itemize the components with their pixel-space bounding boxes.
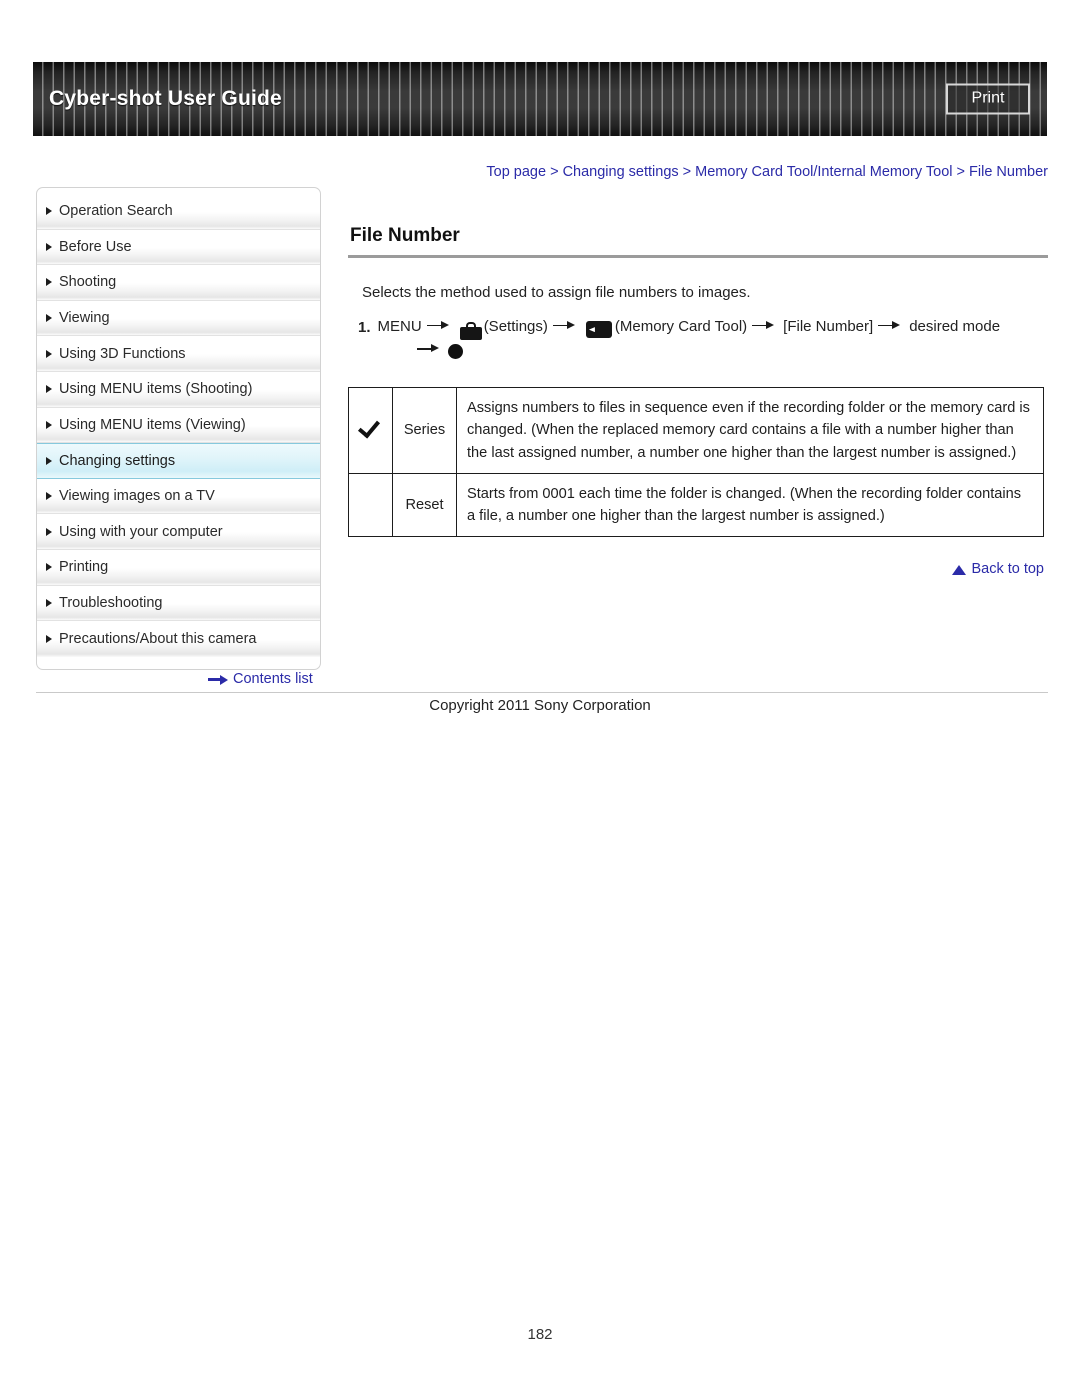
triangle-right-icon (46, 242, 52, 251)
sidebar-item-using-menu-items-viewing[interactable]: Using MENU items (Viewing) (37, 407, 320, 444)
copyright-text: Copyright 2011 Sony Corporation (429, 697, 651, 714)
back-to-top-label: Back to top (971, 561, 1044, 578)
sidebar-item-label: Using MENU items (Viewing) (59, 416, 246, 433)
sidebar-item-label: Viewing (59, 310, 110, 327)
sidebar-item-printing[interactable]: Printing (37, 549, 320, 586)
arrow-right-icon (208, 674, 228, 685)
step-menu-label: MENU (377, 318, 422, 335)
sidebar-item-label: Printing (59, 559, 109, 576)
sidebar-item-label: Precautions/About this camera (59, 630, 257, 647)
table-cell-label: Reset (392, 472, 457, 538)
sidebar-item-before-use[interactable]: Before Use (37, 229, 320, 266)
sidebar-item-label: Changing settings (59, 452, 176, 469)
step-file-number-label: [File Number] (783, 318, 874, 335)
sidebar-item-label: Using MENU items (Shooting) (59, 381, 253, 398)
arrow-right-icon (552, 320, 579, 332)
sidebar-item-label: Operation Search (59, 203, 173, 220)
sidebar-item-using-3d-functions[interactable]: Using 3D Functions (37, 336, 320, 372)
intro-text: Selects the method used to assign file n… (362, 284, 751, 301)
triangle-right-icon (46, 563, 52, 572)
center-button-icon (447, 344, 463, 360)
step-sequence: MENU (Settings) (Memory Card Tool) [File… (377, 315, 1001, 340)
triangle-right-icon (46, 598, 52, 607)
header-banner: Cyber-shot User Guide Print (33, 62, 1047, 136)
table-cell-label: Series (392, 387, 457, 474)
title-divider (348, 255, 1048, 258)
sidebar-item-shooting[interactable]: Shooting (37, 265, 320, 301)
sidebar-item-viewing-images-on-a-tv[interactable]: Viewing images on a TV (37, 478, 320, 515)
sidebar-item-using-with-your-computer[interactable]: Using with your computer (37, 514, 320, 550)
main-content: File Number Selects the method used to a… (348, 225, 1048, 578)
step-memory-card-tool-label: (Memory Card Tool) (614, 318, 748, 335)
sidebar-item-label: Using with your computer (59, 523, 223, 540)
table-cell-check (348, 472, 393, 538)
sidebar-item-label: Viewing images on a TV (59, 488, 215, 505)
arrow-right-icon (426, 320, 453, 332)
arrow-right-icon (416, 343, 443, 355)
triangle-right-icon (46, 492, 52, 501)
arrow-right-icon (878, 320, 904, 332)
sidebar-item-troubleshooting[interactable]: Troubleshooting (37, 585, 320, 622)
page-number: 182 (527, 1326, 553, 1343)
triangle-right-icon (46, 634, 52, 643)
footer-divider (36, 692, 1048, 693)
triangle-right-icon (46, 349, 52, 358)
sidebar-item-label: Troubleshooting (59, 594, 163, 611)
contents-list-label: Contents list (233, 671, 313, 687)
step-body: MENU (Settings) (Memory Card Tool) [File… (377, 315, 1001, 360)
table-cell-description: Starts from 0001 each time the folder is… (456, 472, 1044, 538)
sidebar-item-operation-search[interactable]: Operation Search (37, 194, 320, 230)
triangle-right-icon (46, 456, 52, 465)
sidebar-nav: Operation Search Before Use Shooting Viewin… (36, 187, 321, 670)
page-title: File Number (350, 225, 460, 246)
sidebar-item-changing-settings[interactable]: Changing settings (37, 443, 320, 479)
sidebar-item-viewing[interactable]: Viewing (37, 300, 320, 337)
settings-toolbox-icon (459, 321, 482, 340)
step-settings-label: (Settings) (483, 318, 548, 335)
sidebar-item-label: Using 3D Functions (59, 345, 186, 362)
back-to-top-link[interactable]: Back to top (348, 561, 1044, 578)
step-item: 1. MENU (Settings) (Memory Card Tool) [F… (348, 315, 1048, 360)
step-desired-mode-label: desired mode (909, 318, 1001, 335)
contents-list-link[interactable]: Contents list (208, 671, 313, 687)
sidebar-item-using-menu-items-shooting[interactable]: Using MENU items (Shooting) (37, 371, 320, 408)
memory-card-icon (585, 321, 612, 339)
step-number: 1. (358, 319, 371, 336)
check-icon (360, 416, 382, 438)
triangle-up-icon (952, 565, 967, 576)
options-table: Series Assigns numbers to files in sequen… (348, 387, 1044, 538)
triangle-right-icon (46, 385, 52, 394)
arrow-right-icon (752, 320, 778, 332)
app-title: Cyber-shot User Guide (49, 87, 282, 110)
breadcrumb[interactable]: Top page > Changing settings > Memory Ca… (348, 164, 1048, 180)
sidebar-item-label: Shooting (59, 274, 117, 291)
sidebar-item-precautions-about-this-camera[interactable]: Precautions/About this camera (37, 621, 320, 657)
table-cell-description: Assigns numbers to files in sequence eve… (456, 387, 1044, 474)
print-button[interactable]: Print (946, 83, 1030, 115)
triangle-right-icon (46, 527, 52, 536)
triangle-right-icon (46, 314, 52, 323)
triangle-right-icon (46, 207, 52, 216)
table-cell-check (348, 387, 393, 474)
table-row: Reset Starts from 0001 each time the fold… (348, 472, 1044, 538)
triangle-right-icon (46, 278, 52, 287)
triangle-right-icon (46, 420, 52, 429)
sidebar-item-label: Before Use (59, 238, 132, 255)
step-sequence-continued (378, 342, 1001, 360)
table-row: Series Assigns numbers to files in sequen… (348, 387, 1044, 474)
